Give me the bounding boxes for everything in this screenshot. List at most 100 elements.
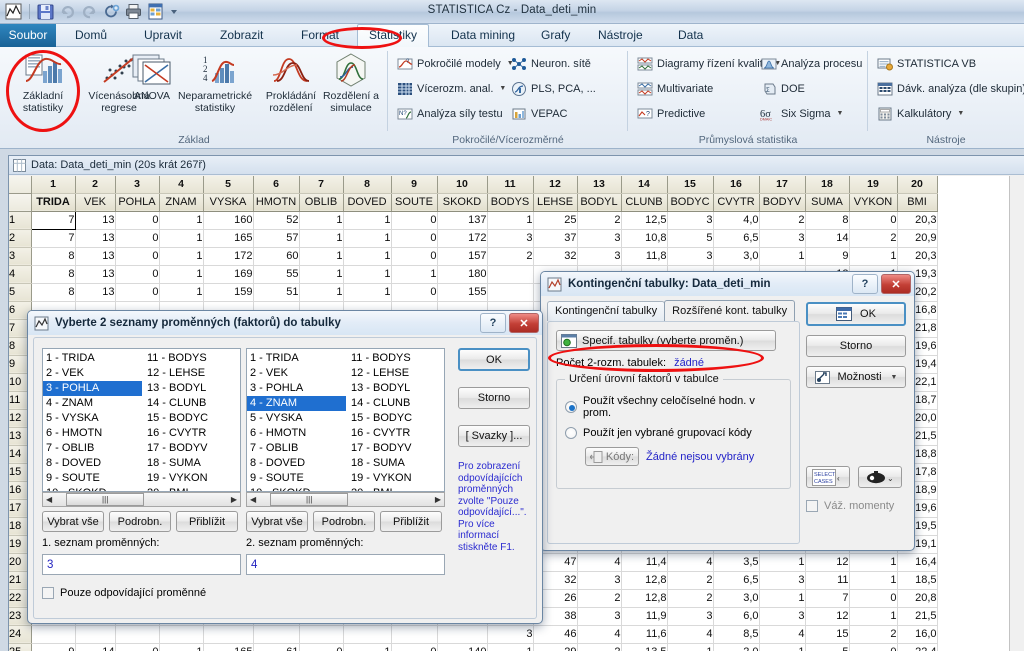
variable-list-1-buttons[interactable]: Vybrat vše Podrobn. Přiblížit — [42, 511, 238, 532]
weight-button[interactable]: ⌄ — [858, 466, 902, 488]
tab-upravit[interactable]: Upravit — [133, 24, 193, 47]
list-item[interactable]: 7 - OBLIB — [43, 441, 142, 456]
cell-r3c17[interactable]: 1 — [759, 247, 806, 266]
column-header-bodyv[interactable]: BODYV — [759, 193, 806, 212]
cell-r1c3[interactable]: 0 — [115, 211, 160, 230]
cell-r5c7[interactable]: 1 — [299, 283, 344, 302]
cell-r20c19[interactable]: 1 — [849, 553, 898, 572]
list-item[interactable]: 1 - TRIDA — [247, 351, 346, 366]
column-number-vyska[interactable]: 5 — [203, 176, 254, 194]
cell-r3c20[interactable]: 20,3 — [897, 247, 938, 266]
table-row[interactable]: 3 8 13 0 1 172 60 1 1 0 157 2 32 3 11,8 3 3,0 1 9 1 20,3 — [9, 247, 938, 266]
close-button[interactable]: ✕ — [881, 274, 911, 294]
column-number-bodyv[interactable]: 17 — [759, 176, 806, 194]
variable-list-2-buttons[interactable]: Vybrat vše Podrobn. Přiblížit — [246, 511, 442, 532]
column-number-hmotn[interactable]: 6 — [253, 176, 300, 194]
list-item[interactable]: 19 - VYKON — [144, 471, 240, 486]
button-six-sigma[interactable]: 6σ DMAIC Six Sigma ▼ — [760, 103, 843, 124]
list-item[interactable]: 8 - DOVED — [43, 456, 142, 471]
cell-r3c16[interactable]: 3,0 — [713, 247, 760, 266]
input-list-2[interactable]: 4 — [246, 554, 445, 575]
crosstab-dialog-caption-buttons[interactable]: ? ✕ — [852, 274, 914, 294]
column-header-vek[interactable]: VEK — [75, 193, 116, 212]
matching-variables-checkbox[interactable] — [42, 587, 54, 599]
cell-r5c3[interactable]: 0 — [115, 283, 160, 302]
row-header-24[interactable]: 24 — [9, 625, 32, 644]
row-header-4[interactable]: 4 — [9, 265, 32, 284]
column-header-znam[interactable]: ZNAM — [159, 193, 204, 212]
list-item[interactable]: 12 - LEHSE — [348, 366, 444, 381]
column-number-bmi[interactable]: 20 — [897, 176, 938, 194]
cell-r21c16[interactable]: 6,5 — [713, 571, 760, 590]
list-item[interactable]: 14 - CLUNB — [348, 396, 444, 411]
cell-r25c11[interactable]: 1 — [487, 643, 534, 651]
vertical-scrollbar[interactable] — [1009, 176, 1024, 651]
cell-r3c15[interactable]: 3 — [667, 247, 714, 266]
cell-r1c12[interactable]: 25 — [533, 211, 578, 230]
table-row[interactable]: 2 7 13 0 1 165 57 1 1 0 172 3 37 3 10,8 5 6,5 3 14 2 20,9 — [9, 229, 938, 248]
cell-r2c11[interactable]: 3 — [487, 229, 534, 248]
button-neuron-site[interactable]: Neuron. sítě — [510, 53, 591, 74]
cell-r3c11[interactable]: 2 — [487, 247, 534, 266]
cell-r23c15[interactable]: 3 — [667, 607, 714, 626]
cell-r24c16[interactable]: 8,5 — [713, 625, 760, 644]
cell-r2c12[interactable]: 37 — [533, 229, 578, 248]
cell-r22c16[interactable]: 3,0 — [713, 589, 760, 608]
tab-rozsirene-kont-tabulky[interactable]: Rozšířené kont. tabulky — [664, 300, 796, 321]
cell-r24c4[interactable] — [159, 625, 204, 644]
cell-r5c6[interactable]: 51 — [253, 283, 300, 302]
column-number-doved[interactable]: 8 — [343, 176, 392, 194]
cell-r22c13[interactable]: 2 — [577, 589, 622, 608]
cell-r25c1[interactable]: 9 — [31, 643, 76, 651]
cell-r23c19[interactable]: 1 — [849, 607, 898, 626]
button-kalkulatory[interactable]: Kalkulátory ▼ — [876, 103, 964, 124]
codes-row[interactable]: Kódy: Žádné nejsou vybrány — [585, 447, 782, 466]
cell-r3c3[interactable]: 0 — [115, 247, 160, 266]
column-number-skokd[interactable]: 10 — [437, 176, 488, 194]
cell-r22c20[interactable]: 20,8 — [897, 589, 938, 608]
cell-r1c11[interactable]: 1 — [487, 211, 534, 230]
cell-r1c2[interactable]: 13 — [75, 211, 116, 230]
cell-r3c2[interactable]: 13 — [75, 247, 116, 266]
column-number-bodys[interactable]: 11 — [487, 176, 534, 194]
column-number-bodyl[interactable]: 13 — [577, 176, 622, 194]
list-item[interactable]: 1 - TRIDA — [43, 351, 142, 366]
column-header-vyska[interactable]: VYSKA — [203, 193, 254, 212]
scrollbar-thumb[interactable]: ||| — [66, 493, 145, 506]
cell-r25c20[interactable]: 22,4 — [897, 643, 938, 651]
cell-r2c20[interactable]: 20,9 — [897, 229, 938, 248]
list-item[interactable]: 17 - BODYV — [348, 441, 444, 456]
column-number-oblib[interactable]: 7 — [299, 176, 344, 194]
cell-r1c9[interactable]: 0 — [391, 211, 438, 230]
cell-r3c19[interactable]: 1 — [849, 247, 898, 266]
column-header-pohla[interactable]: POHLA — [115, 193, 160, 212]
radio-all-integer-values[interactable]: Použít všechny celočíselné hodn. v prom. — [565, 395, 782, 419]
select-all-button-1[interactable]: Vybrat vše — [42, 511, 104, 532]
close-button[interactable]: ✕ — [509, 313, 539, 333]
tab-domu[interactable]: Domů — [64, 24, 118, 47]
cell-r3c8[interactable]: 1 — [343, 247, 392, 266]
row-header-2[interactable]: 2 — [9, 229, 32, 248]
radio-selected-codes[interactable]: Použít jen vybrané grupovací kódy — [565, 427, 782, 439]
column-header-bmi[interactable]: BMI — [897, 193, 938, 212]
list-item[interactable]: 2 - VEK — [247, 366, 346, 381]
cell-r25c8[interactable]: 1 — [343, 643, 392, 651]
cell-r21c15[interactable]: 2 — [667, 571, 714, 590]
cell-r3c18[interactable]: 9 — [805, 247, 850, 266]
cell-r25c19[interactable]: 0 — [849, 643, 898, 651]
tab-statistiky[interactable]: Statistiky — [357, 24, 430, 48]
row-header-5[interactable]: 5 — [9, 283, 32, 302]
column-header-bodyl[interactable]: BODYL — [577, 193, 622, 212]
cell-r25c6[interactable]: 61 — [253, 643, 300, 651]
list-item[interactable]: 3 - POHLA — [247, 381, 346, 396]
chevron-down-icon[interactable]: ▼ — [957, 110, 964, 117]
button-analyza-sily-testu[interactable]: N? Analýza síly testu — [396, 103, 503, 124]
cell-r4c9[interactable]: 1 — [391, 265, 438, 284]
table-row[interactable]: 24 3 46 4 11,6 4 8,5 4 15 2 16,0 — [9, 625, 938, 644]
cell-r5c11[interactable] — [487, 283, 534, 302]
cell-r2c13[interactable]: 3 — [577, 229, 622, 248]
cell-r21c17[interactable]: 3 — [759, 571, 806, 590]
list-item[interactable]: 4 - ZNAM — [43, 396, 142, 411]
codes-button[interactable]: Kódy: — [585, 447, 639, 466]
list-item[interactable]: 13 - BODYL — [348, 381, 444, 396]
